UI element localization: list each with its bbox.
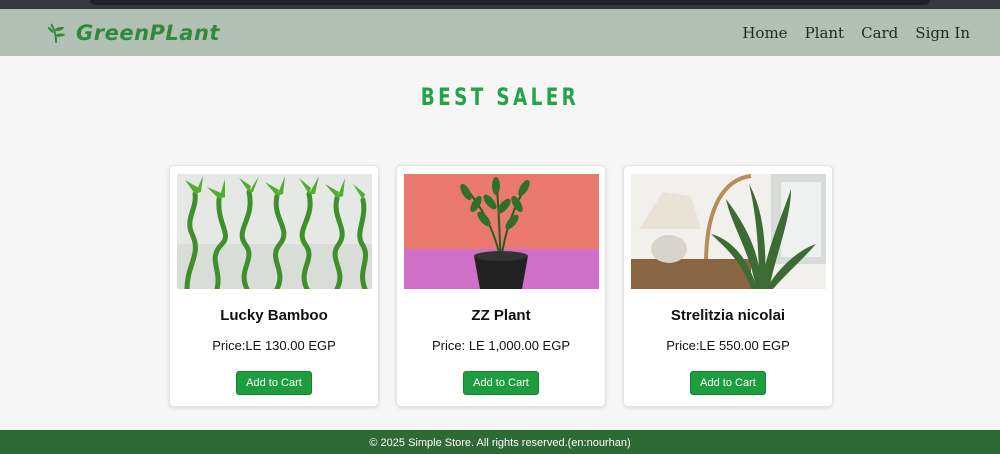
nav-plant[interactable]: Plant xyxy=(805,24,845,42)
lucky-bamboo-photo xyxy=(177,174,372,289)
product-card: Strelitzia nicolai Price:LE 550.00 EGP A… xyxy=(623,165,833,407)
product-card: Lucky Bamboo Price:LE 130.00 EGP Add to … xyxy=(169,165,379,407)
add-to-cart-button[interactable]: Add to Cart xyxy=(690,371,766,395)
product-list: Lucky Bamboo Price:LE 130.00 EGP Add to … xyxy=(169,165,833,407)
product-price: Price:LE 130.00 EGP xyxy=(212,338,336,353)
brand[interactable]: GreenPLant xyxy=(46,21,220,45)
product-name: Strelitzia nicolai xyxy=(670,307,786,324)
add-to-cart-button[interactable]: Add to Cart xyxy=(236,371,312,395)
browser-bar xyxy=(90,0,930,5)
leaf-icon xyxy=(47,23,66,43)
product-card: ZZ Plant Price: LE 1,000.00 EGP Add to C… xyxy=(396,165,606,407)
nav-card[interactable]: Card xyxy=(861,24,898,42)
footer-text: © 2025 Simple Store. All rights reserved… xyxy=(369,437,631,449)
product-price: Price: LE 1,000.00 EGP xyxy=(431,338,571,353)
nav-home[interactable]: Home xyxy=(742,24,787,42)
product-name: ZZ Plant xyxy=(471,307,531,324)
zz-plant-photo xyxy=(404,174,599,289)
add-to-cart-button[interactable]: Add to Cart xyxy=(463,371,539,395)
footer: © 2025 Simple Store. All rights reserved… xyxy=(0,430,1000,454)
product-price: Price:LE 550.00 EGP xyxy=(666,338,790,353)
navbar: GreenPLant Home Plant Card Sign In xyxy=(0,9,1000,56)
strelitzia-photo xyxy=(631,174,826,289)
nav-sign-in[interactable]: Sign In xyxy=(915,24,970,42)
section-title: BEST SALER xyxy=(420,83,580,111)
product-name: Lucky Bamboo xyxy=(220,307,328,324)
browser-top-strip xyxy=(0,0,1000,9)
main-nav: Home Plant Card Sign In xyxy=(742,24,970,42)
brand-name: GreenPLant xyxy=(76,20,220,45)
